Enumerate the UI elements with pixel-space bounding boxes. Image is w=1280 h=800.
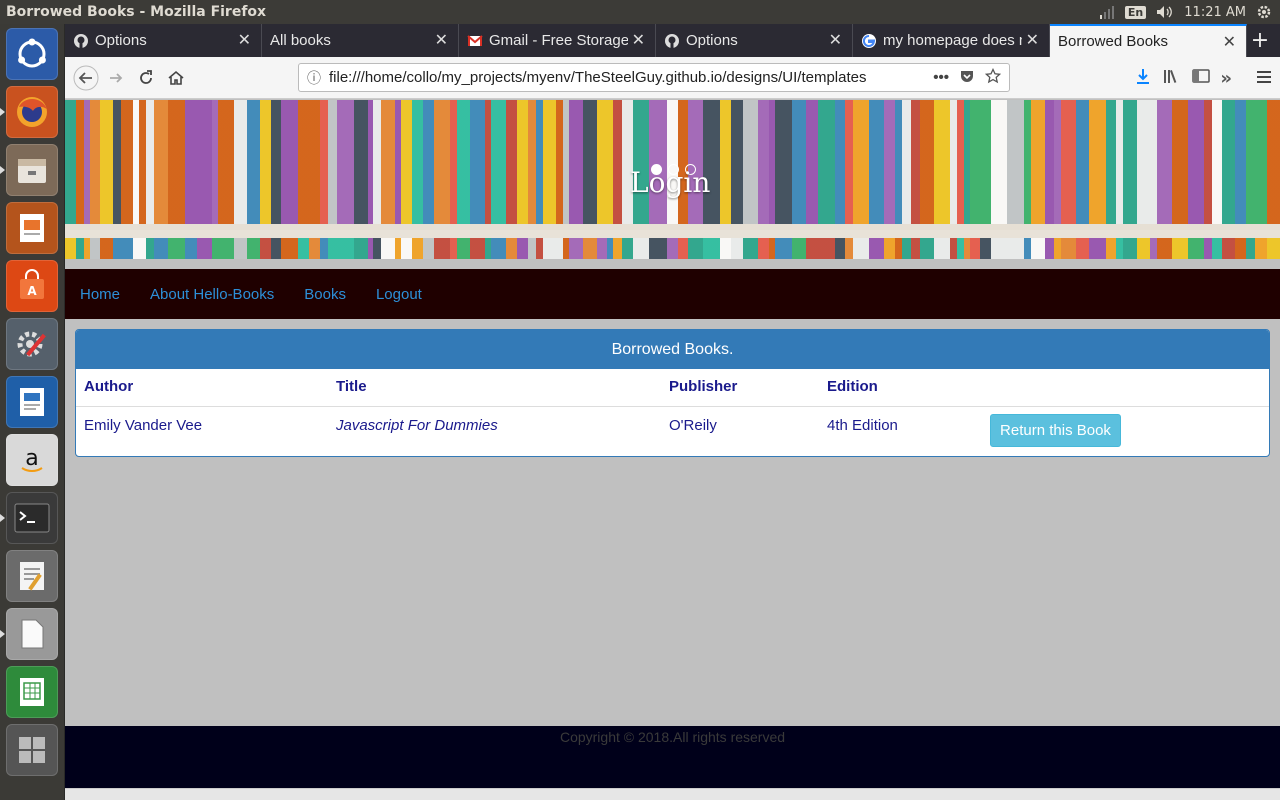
- url-text[interactable]: file:///home/collo/my_projects/myenv/The…: [329, 69, 925, 86]
- network-icon[interactable]: [1099, 5, 1115, 19]
- return-book-button[interactable]: Return this Book: [990, 414, 1121, 447]
- ubuntu-dash-icon[interactable]: [6, 28, 58, 80]
- amazon-icon[interactable]: a: [6, 434, 58, 486]
- github-icon: [664, 33, 680, 49]
- cell-title: Javascript For Dummies: [336, 417, 498, 434]
- home-icon: [168, 70, 184, 85]
- home-button[interactable]: [161, 63, 191, 93]
- pocket-icon[interactable]: [959, 68, 975, 88]
- cell-author: Emily Vander Vee: [84, 417, 203, 434]
- horizontal-scrollbar[interactable]: [65, 788, 1280, 800]
- browser-tab-bar: Options ✕ All books ✕ Gmail - Free Stora…: [65, 24, 1280, 57]
- bookmark-star-icon[interactable]: [984, 67, 1002, 88]
- cell-edition: 4th Edition: [827, 417, 898, 434]
- nav-link-books[interactable]: Books: [304, 286, 346, 303]
- workspace-switcher-icon[interactable]: [6, 724, 58, 776]
- page-footer: Copyright © 2018.All rights reserved: [65, 726, 1280, 788]
- tab-label: Options: [95, 32, 147, 49]
- keyboard-layout-indicator[interactable]: En: [1124, 5, 1147, 19]
- shelf-board: [65, 230, 1280, 238]
- close-tab-icon[interactable]: ✕: [1218, 32, 1236, 52]
- clock[interactable]: 11:21 AM: [1184, 5, 1246, 20]
- overflow-chevron-icon[interactable]: »: [1220, 68, 1232, 89]
- tab-label: All books: [270, 32, 331, 49]
- page-actions-icon[interactable]: •••: [933, 69, 949, 86]
- google-icon: [861, 33, 877, 49]
- web-page: Login Home About Hello-Books Books Logou…: [65, 100, 1280, 788]
- nav-link-logout[interactable]: Logout: [376, 286, 422, 303]
- system-top-panel: Borrowed Books - Mozilla Firefox En 11:2…: [0, 0, 1280, 24]
- back-button[interactable]: [71, 63, 101, 93]
- window-title: Borrowed Books - Mozilla Firefox: [6, 4, 267, 20]
- impress-icon[interactable]: [6, 202, 58, 254]
- tab-all-books[interactable]: All books ✕: [262, 24, 459, 57]
- volume-icon[interactable]: [1156, 5, 1174, 19]
- hamburger-menu-icon[interactable]: [1256, 69, 1272, 88]
- sidebar-icon[interactable]: [1192, 68, 1211, 88]
- tab-label: my homepage does n: [883, 32, 1028, 49]
- ubuntu-launcher: A a: [0, 24, 65, 800]
- close-tab-icon[interactable]: ✕: [627, 30, 645, 50]
- system-settings-icon[interactable]: [6, 318, 58, 370]
- new-tab-button[interactable]: +: [1247, 24, 1273, 57]
- close-tab-icon[interactable]: ✕: [824, 30, 842, 50]
- tab-borrowed-books[interactable]: Borrowed Books ✕: [1050, 24, 1247, 57]
- file-manager-icon[interactable]: [0, 144, 58, 196]
- firefox-launcher-icon[interactable]: [0, 86, 58, 138]
- row-divider: [76, 406, 1269, 407]
- column-header-title: Title: [336, 378, 367, 395]
- tab-label: Borrowed Books: [1058, 33, 1169, 50]
- panel-heading: Borrowed Books.: [76, 330, 1269, 369]
- hero-banner: Login: [65, 100, 1280, 259]
- copyright-text: Copyright © 2018.All rights reserved: [559, 729, 786, 745]
- github-icon: [73, 33, 89, 49]
- url-bar[interactable]: ⓘ file:///home/collo/my_projects/myenv/T…: [298, 63, 1010, 92]
- reload-icon: [140, 69, 152, 84]
- site-info-icon[interactable]: ⓘ: [299, 68, 329, 88]
- close-tab-icon[interactable]: ✕: [1021, 30, 1039, 50]
- tab-gmail[interactable]: Gmail - Free Storage ✕: [459, 24, 656, 57]
- forward-button[interactable]: [101, 63, 131, 93]
- tab-label: Gmail - Free Storage: [489, 32, 630, 49]
- text-editor-icon[interactable]: [6, 550, 58, 602]
- tab-label: Options: [686, 32, 738, 49]
- cell-publisher: O'Reily: [669, 417, 717, 434]
- software-center-icon[interactable]: A: [6, 260, 58, 312]
- system-tray: En 11:21 AM: [1099, 0, 1280, 24]
- tab-options-2[interactable]: Options ✕: [656, 24, 853, 57]
- tab-options-1[interactable]: Options ✕: [65, 24, 262, 57]
- terminal-icon[interactable]: [0, 492, 58, 544]
- close-tab-icon[interactable]: ✕: [233, 30, 251, 50]
- borrowed-books-panel: Borrowed Books. Author Title Publisher E…: [75, 329, 1270, 457]
- library-icon[interactable]: [1162, 67, 1182, 89]
- svg-text:A: A: [27, 284, 37, 298]
- tab-google-search[interactable]: my homepage does n ✕: [853, 24, 1050, 57]
- svg-text:a: a: [25, 446, 38, 471]
- site-navigation: Home About Hello-Books Books Logout: [65, 269, 1280, 319]
- hero-login-heading[interactable]: Login: [630, 166, 710, 199]
- column-header-edition: Edition: [827, 378, 878, 395]
- back-arrow-icon: [73, 65, 99, 90]
- gmail-icon: [467, 33, 483, 49]
- downloads-icon[interactable]: [1134, 67, 1152, 89]
- column-header-publisher: Publisher: [669, 378, 738, 395]
- reload-button[interactable]: [131, 63, 161, 93]
- settings-gear-icon[interactable]: [1256, 4, 1272, 20]
- column-header-author: Author: [84, 378, 134, 395]
- browser-navigation-toolbar: ⓘ file:///home/collo/my_projects/myenv/T…: [65, 57, 1280, 99]
- toolbar-right-buttons: »: [1134, 63, 1272, 93]
- libreoffice-icon[interactable]: [0, 608, 58, 660]
- nav-link-home[interactable]: Home: [80, 286, 120, 303]
- calc-icon[interactable]: [6, 666, 58, 718]
- nav-link-about[interactable]: About Hello-Books: [150, 286, 274, 303]
- close-tab-icon[interactable]: ✕: [430, 30, 448, 50]
- forward-arrow-icon: [110, 72, 123, 83]
- writer-icon[interactable]: [6, 376, 58, 428]
